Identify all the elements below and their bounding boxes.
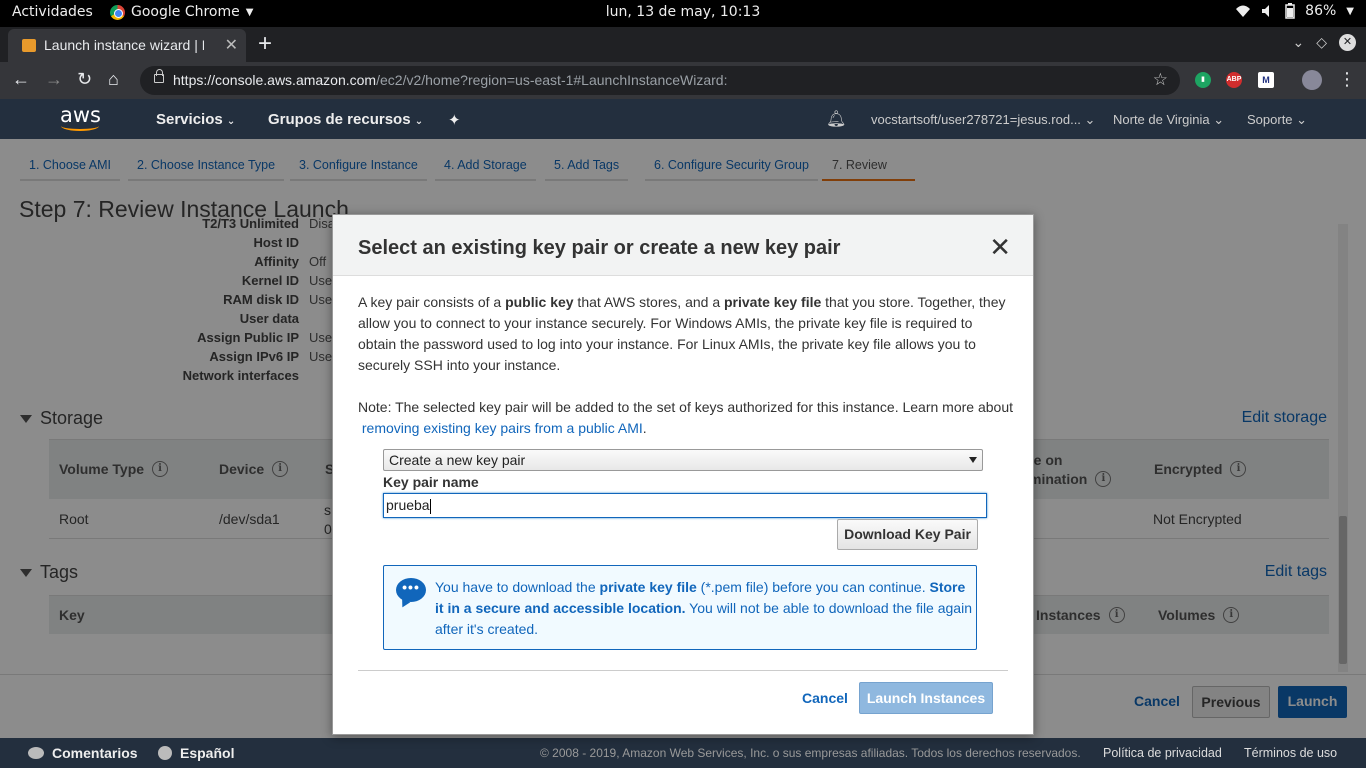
download-info-alert: ••• You have to download the private key… (383, 565, 977, 650)
dialog-title: Select an existing key pair or create a … (358, 237, 841, 259)
restore-icon[interactable]: ◇ (1316, 34, 1327, 51)
notifications-bell-icon[interactable]: 🔔︎ (826, 109, 846, 129)
extension-green-icon[interactable]: ▮ (1195, 72, 1211, 88)
chevron-down-icon: ▼ (1346, 5, 1354, 17)
language-selector[interactable]: Español (158, 745, 234, 761)
key-pair-name-label: Key pair name (383, 474, 479, 490)
wifi-icon (1236, 5, 1251, 17)
app-menu[interactable]: Google Chrome ▼ (110, 4, 253, 20)
close-icon[interactable]: ✕ (989, 234, 1011, 260)
adblock-plus-icon[interactable]: ABP (1226, 72, 1242, 88)
browser-toolbar: ← → ↻ ⌂ https://console.aws.amazon.com/e… (0, 62, 1366, 99)
copyright-text: © 2008 - 2019, Amazon Web Services, Inc.… (540, 746, 1081, 760)
bookmark-star-icon[interactable]: ☆ (1153, 70, 1168, 90)
lock-icon (154, 69, 164, 83)
address-bar[interactable]: https://console.aws.amazon.com/ec2/v2/ho… (140, 66, 1180, 95)
chevron-down-icon[interactable]: ⌄ (1292, 34, 1304, 51)
pin-icon[interactable]: ✦ (448, 111, 461, 129)
extension-m-icon[interactable]: M (1258, 72, 1274, 88)
privacy-link[interactable]: Política de privacidad (1103, 746, 1222, 760)
chevron-down-icon: ▼ (245, 6, 254, 18)
account-menu[interactable]: vocstartsoft/user278721=jesus.rod... ⌄ (871, 112, 1095, 128)
key-pair-dialog: Select an existing key pair or create a … (332, 214, 1034, 735)
aws-smile-logo (61, 121, 99, 131)
close-window-icon[interactable]: ✕ (1339, 34, 1356, 51)
divider (358, 670, 1008, 671)
download-key-pair-button[interactable]: Download Key Pair (837, 519, 978, 550)
key-pair-description: A key pair consists of a public key that… (358, 294, 1006, 373)
alert-text: You have to download the private key fil… (435, 579, 972, 637)
key-pair-name-input[interactable]: prueba (383, 493, 987, 518)
dialog-cancel-button[interactable]: Cancel (802, 690, 848, 706)
globe-icon (158, 746, 172, 760)
feedback-link[interactable]: Comentarios (28, 745, 138, 761)
browser-tab[interactable]: Launch instance wizard | EC2 ✕ (8, 29, 246, 62)
forward-icon[interactable]: → (45, 69, 63, 90)
aws-footer: Comentarios Español © 2008 - 2019, Amazo… (0, 738, 1366, 768)
tab-strip: Launch instance wizard | EC2 ✕ + ⌄ ◇ ✕ (0, 27, 1366, 62)
key-pair-note: Note: The selected key pair will be adde… (358, 399, 1014, 436)
dropdown-arrow-icon (969, 457, 977, 463)
volume-icon (1262, 5, 1270, 17)
os-top-bar: Actividades Google Chrome ▼ lun, 13 de m… (0, 0, 1366, 27)
aws-navbar: aws Servicios ⌄ Grupos de recursos ⌄ ✦ 🔔… (0, 99, 1366, 139)
chrome-icon (110, 4, 125, 20)
chrome-menu-icon[interactable]: ⋮ (1338, 69, 1356, 90)
services-menu[interactable]: Servicios ⌄ (156, 111, 235, 128)
aws-favicon-icon (22, 39, 36, 52)
remove-keys-link[interactable]: removing existing key pairs from a publi… (362, 420, 643, 436)
profile-avatar[interactable] (1302, 70, 1322, 90)
back-icon[interactable]: ← (12, 69, 30, 90)
app-name: Google Chrome (131, 4, 240, 20)
system-tray[interactable]: 86% ▼ (1235, 3, 1354, 19)
battery-percent: 86% (1305, 3, 1337, 19)
close-tab-icon[interactable]: ✕ (225, 35, 238, 55)
chat-bubble-info-icon: ••• (396, 578, 426, 602)
launch-instances-button[interactable]: Launch Instances (859, 682, 993, 714)
key-pair-select[interactable]: Create a new key pair (383, 449, 983, 471)
home-icon[interactable]: ⌂ (108, 69, 119, 90)
reload-icon[interactable]: ↻ (77, 69, 92, 90)
new-tab-button[interactable]: + (258, 30, 272, 58)
chat-bubble-icon (28, 747, 44, 759)
resource-groups-menu[interactable]: Grupos de recursos ⌄ (268, 111, 423, 128)
url-text: https://console.aws.amazon.com/ec2/v2/ho… (173, 72, 728, 88)
region-menu[interactable]: Norte de Virginia ⌄ (1113, 112, 1224, 128)
support-menu[interactable]: Soporte ⌄ (1247, 112, 1307, 128)
tab-title: Launch instance wizard | EC2 (44, 37, 204, 53)
dialog-header: Select an existing key pair or create a … (333, 215, 1033, 276)
activities-button[interactable]: Actividades (12, 4, 93, 20)
terms-link[interactable]: Términos de uso (1244, 746, 1337, 760)
battery-icon (1285, 3, 1295, 19)
